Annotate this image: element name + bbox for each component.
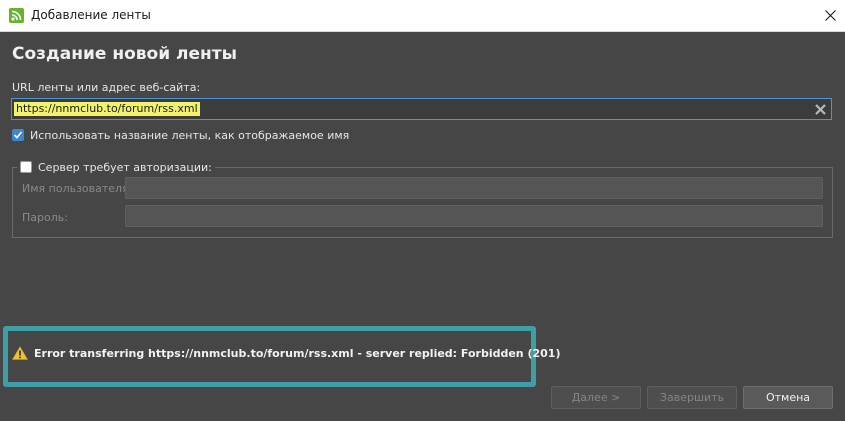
auth-required-checkbox[interactable] bbox=[20, 161, 32, 173]
url-value: https://nnmclub.to/forum/rss.xml bbox=[14, 102, 200, 116]
password-input bbox=[125, 205, 823, 227]
username-label: Имя пользователя: bbox=[22, 182, 133, 195]
next-button[interactable]: Далее > bbox=[551, 386, 641, 409]
close-icon bbox=[824, 10, 836, 21]
password-label: Пароль: bbox=[22, 211, 68, 224]
page-title: Создание новой ленты bbox=[12, 44, 237, 64]
window-title: Добавление ленты bbox=[31, 8, 151, 22]
error-message: Error transferring https://nnmclub.to/fo… bbox=[34, 347, 561, 360]
auth-required-label[interactable]: Сервер требует авторизации: bbox=[38, 161, 212, 174]
url-input[interactable]: https://nnmclub.to/forum/rss.xml bbox=[11, 98, 832, 120]
use-feed-name-label[interactable]: Использовать название ленты, как отображ… bbox=[30, 129, 349, 142]
close-button[interactable] bbox=[815, 0, 845, 31]
url-label: URL ленты или адрес веб-сайта: bbox=[12, 81, 201, 94]
clear-icon[interactable] bbox=[815, 104, 826, 115]
cancel-button[interactable]: Отмена bbox=[743, 386, 833, 409]
title-bar: Добавление ленты bbox=[0, 0, 845, 32]
use-feed-name-checkbox[interactable] bbox=[12, 129, 24, 141]
rss-feed-icon bbox=[9, 8, 24, 23]
username-input bbox=[125, 177, 823, 199]
checkmark-icon bbox=[13, 131, 23, 139]
auth-legend: Сервер требует авторизации: bbox=[17, 160, 215, 174]
warning-icon bbox=[12, 346, 28, 360]
finish-button[interactable]: Завершить bbox=[647, 386, 737, 409]
